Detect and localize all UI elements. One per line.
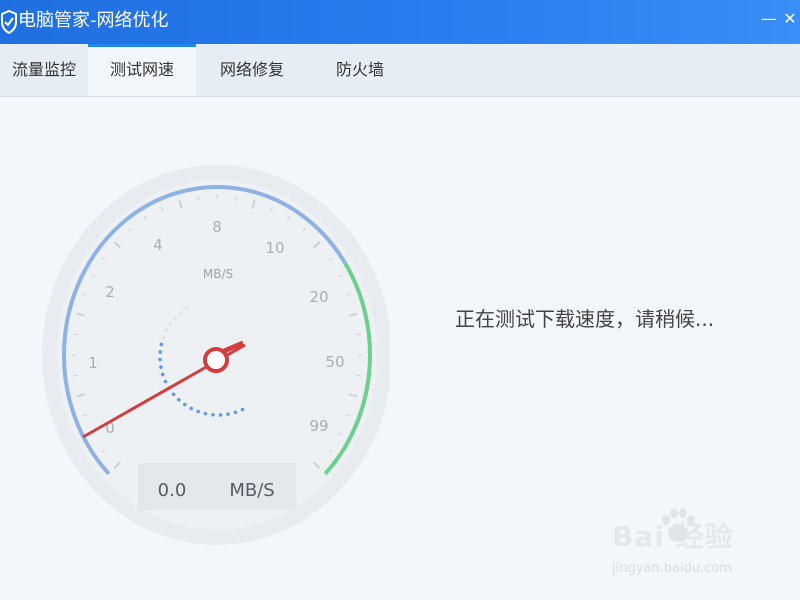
- gauge-progress-dot: [171, 392, 176, 397]
- window-title: 电脑管家-网络优化: [18, 10, 169, 31]
- scale-label-20: 20: [309, 288, 328, 306]
- gauge-progress-dot: [164, 328, 169, 333]
- watermark-url: jingyan.baidu.com: [612, 561, 732, 576]
- minimize-icon[interactable]: —: [758, 8, 780, 30]
- title-bar: 电脑管家-网络优化 — ✕: [0, 0, 800, 44]
- tab-label: 网络修复: [219, 60, 284, 79]
- tab-label: 测试网速: [109, 60, 174, 79]
- gauge-tick: [234, 196, 237, 201]
- scale-label-50: 50: [325, 353, 344, 371]
- gauge-progress-dot: [168, 321, 173, 326]
- tab-label: 防火墙: [335, 60, 384, 79]
- tab-network-repair[interactable]: 网络修复: [196, 44, 308, 96]
- gauge-unit-label: MB/S: [203, 267, 233, 281]
- gauge-progress-dot: [211, 412, 215, 417]
- shield-check-icon: [0, 10, 17, 34]
- scale-label-2: 2: [105, 283, 115, 301]
- speed-gauge: MB/S 0 1 2 4 8 10 20 50 99 0.0 MB/S: [42, 165, 390, 545]
- gauge-progress-dot: [185, 306, 189, 310]
- speed-readout-unit: MB/S: [229, 480, 274, 501]
- gauge-progress-dot: [161, 335, 166, 339]
- gauge-progress-dot: [163, 379, 168, 384]
- scale-label-4: 4: [153, 236, 163, 254]
- scale-label-10: 10: [265, 239, 284, 257]
- gauge-progress-dot: [233, 410, 238, 415]
- gauge-progress-dot: [189, 406, 194, 411]
- gauge-progress-dot: [203, 411, 208, 416]
- tab-label: 流量监控: [11, 60, 76, 79]
- speed-readout-value: 0.0: [158, 480, 187, 501]
- gauge-tick: [356, 333, 361, 336]
- gauge-progress-dot: [158, 350, 163, 354]
- gauge-progress-dot: [196, 409, 200, 414]
- gauge-needle-hub: [203, 347, 229, 373]
- gauge-progress-dot: [182, 402, 187, 407]
- gauge-progress-dot: [178, 310, 183, 315]
- gauge-tick: [73, 374, 78, 377]
- scale-label-99: 99: [309, 417, 328, 435]
- gauge-tick: [197, 196, 200, 201]
- scale-label-8: 8: [212, 218, 222, 236]
- gauge-progress-dot: [218, 413, 223, 417]
- tab-traffic-monitor[interactable]: 流量监控: [0, 44, 88, 96]
- gauge-progress-dot: [240, 407, 245, 412]
- gauge-progress-dot: [160, 372, 165, 377]
- paw-icon: [662, 508, 695, 542]
- status-message: 正在测试下载速度，请稍候...: [455, 307, 715, 331]
- gauge-progress-dot: [177, 397, 181, 402]
- gauge-progress-dot: [173, 316, 178, 320]
- gauge-progress-dot: [159, 365, 163, 369]
- gauge-progress-dot: [159, 342, 164, 347]
- gauge-tick: [356, 374, 361, 377]
- gauge-progress-dot: [158, 357, 162, 362]
- tab-speed-test[interactable]: 测试网速: [88, 44, 196, 96]
- tab-firewall[interactable]: 防火墙: [308, 44, 412, 96]
- tab-bar: 流量监控 测试网速 网络修复 防火墙: [0, 44, 800, 97]
- close-icon[interactable]: ✕: [779, 8, 800, 30]
- gauge-tick: [73, 333, 78, 336]
- gauge-progress-dot: [226, 412, 230, 416]
- scale-label-1: 1: [88, 354, 98, 372]
